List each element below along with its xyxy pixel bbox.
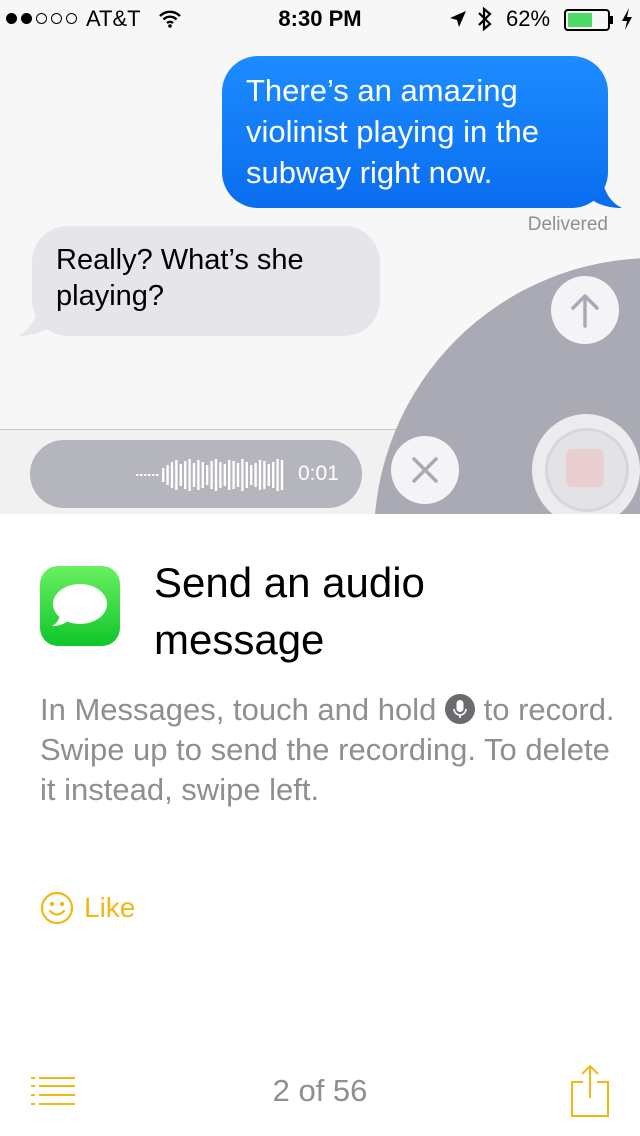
sent-message-text: There’s an amazing violinist playing in … xyxy=(246,73,539,190)
share-icon xyxy=(571,1064,609,1117)
sent-message-bubble: There’s an amazing violinist playing in … xyxy=(222,56,608,208)
status-bar: AT&T 8:30 PM 62% xyxy=(0,0,640,40)
charging-icon xyxy=(622,8,632,30)
close-icon xyxy=(412,457,438,483)
page-indicator: 2 of 56 xyxy=(272,1073,368,1108)
smiley-icon xyxy=(40,891,74,925)
messages-app-icon xyxy=(40,566,120,646)
like-label: Like xyxy=(84,892,136,923)
speech-bubble-icon xyxy=(52,584,107,626)
tip-description: In Messages, touch and hold to record. S… xyxy=(40,690,620,810)
delivered-status: Delivered xyxy=(527,214,608,235)
microphone-icon xyxy=(444,694,475,724)
battery-icon xyxy=(564,9,613,31)
location-arrow-icon xyxy=(450,11,466,27)
received-message-text: Really? What’s she playing? xyxy=(56,244,304,312)
share-button[interactable] xyxy=(568,1064,612,1118)
audio-duration: 0:01 xyxy=(298,462,339,485)
cancel-recording-button[interactable] xyxy=(391,436,459,504)
tip-description-part-1: In Messages, touch and hold xyxy=(40,692,445,727)
send-audio-button[interactable] xyxy=(551,276,619,344)
tip-title: Send an audio message xyxy=(154,559,425,663)
audio-waveform xyxy=(136,459,284,491)
like-button[interactable]: Like xyxy=(40,888,135,928)
battery-percentage: 62% xyxy=(506,6,551,31)
bluetooth-icon xyxy=(478,6,492,32)
received-message-bubble: Really? What’s she playing? xyxy=(32,226,380,336)
arrow-up-icon xyxy=(571,294,599,328)
messages-illustration: AT&T 8:30 PM 62% There’s an amazing viol… xyxy=(0,0,640,514)
stop-icon xyxy=(566,449,604,487)
